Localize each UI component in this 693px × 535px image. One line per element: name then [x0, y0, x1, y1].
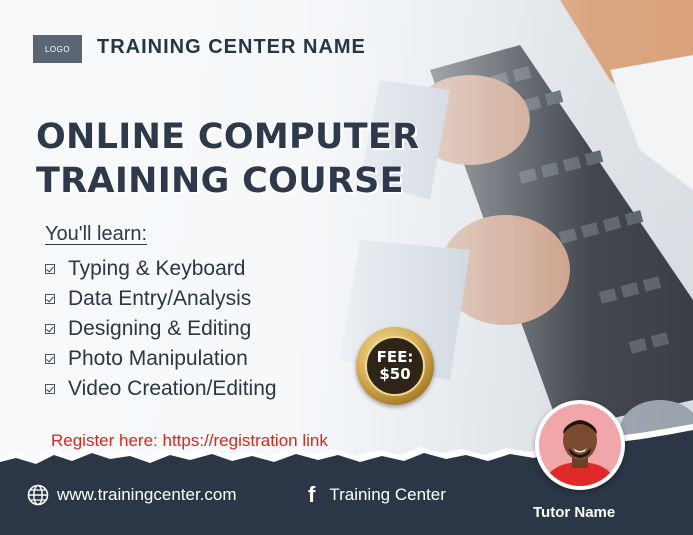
facebook-text: Training Center: [329, 485, 446, 504]
checkbox-icon: [45, 294, 55, 304]
website-text: www.trainingcenter.com: [57, 485, 237, 504]
checkbox-icon: [45, 264, 55, 274]
checkbox-icon: [45, 354, 55, 364]
list-item: Typing & Keyboard: [45, 254, 277, 284]
facebook-link[interactable]: f Training Center: [308, 484, 446, 506]
list-item-label: Typing & Keyboard: [68, 257, 246, 280]
fee-badge: FEE: $50: [356, 327, 434, 405]
learn-heading: You'll learn:: [45, 223, 148, 245]
list-item: Video Creation/Editing: [45, 374, 277, 404]
list-item-label: Photo Manipulation: [68, 347, 248, 370]
website-link[interactable]: www.trainingcenter.com: [27, 484, 237, 506]
checkbox-icon: [45, 324, 55, 334]
logo-placeholder: LOGO: [33, 35, 82, 63]
list-item-label: Video Creation/Editing: [68, 377, 277, 400]
avatar: [535, 400, 625, 490]
course-title-line-2: TRAINING COURSE: [36, 161, 404, 201]
list-item: Designing & Editing: [45, 314, 277, 344]
course-title-line-1: ONLINE COMPUTER: [36, 117, 420, 157]
fee-label: FEE:: [376, 348, 414, 366]
list-item: Photo Manipulation: [45, 344, 277, 374]
tutor-photo: [546, 420, 614, 486]
tutor-name: Tutor Name: [533, 504, 616, 521]
course-title: ONLINE COMPUTER TRAINING COURSE: [36, 115, 419, 203]
list-item-label: Designing & Editing: [68, 317, 252, 340]
registration-link[interactable]: Register here: https://registration link: [51, 431, 328, 451]
list-item: Data Entry/Analysis: [45, 284, 277, 314]
checkbox-icon: [45, 384, 55, 394]
training-center-name: TRAINING CENTER NAME: [97, 36, 366, 58]
learn-list: Typing & Keyboard Data Entry/Analysis De…: [45, 254, 277, 404]
globe-icon: [27, 484, 49, 506]
fee-amount: $50: [379, 365, 411, 383]
facebook-icon: f: [308, 482, 316, 507]
list-item-label: Data Entry/Analysis: [68, 287, 252, 310]
flyer: LOGO TRAINING CENTER NAME ONLINE COMPUTE…: [0, 0, 693, 535]
